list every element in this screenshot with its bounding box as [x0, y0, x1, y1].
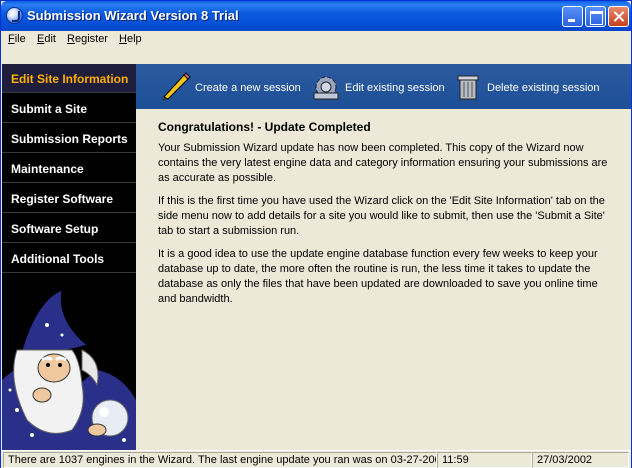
menu-bar: File Edit Register Help: [1, 31, 631, 50]
app-logo-icon[interactable]: [6, 7, 23, 24]
app-window: Submission Wizard Version 8 Trial File E…: [0, 0, 632, 468]
update-message: Congratulations! - Update Completed Your…: [158, 120, 618, 315]
paragraph-first-time: If this is the first time you have used …: [158, 195, 605, 237]
menu-register-label: egister: [74, 33, 108, 45]
create-session-label: Create a new session: [195, 82, 301, 94]
sidebar-item-register-software[interactable]: Register Software: [2, 184, 136, 213]
delete-session-label: Delete existing session: [487, 82, 600, 94]
sidebar-item-edit-site-information[interactable]: Edit Site Information: [2, 64, 136, 93]
session-toolbar: Create a new session Edit existing sessi…: [136, 64, 631, 109]
sidebar-item-software-setup[interactable]: Software Setup: [2, 214, 136, 243]
edit-session-label: Edit existing session: [345, 82, 445, 94]
sidebar-item-maintenance[interactable]: Maintenance: [2, 154, 136, 183]
status-message: There are 1037 engines in the Wizard. Th…: [3, 452, 437, 468]
menu-file[interactable]: File: [8, 33, 26, 45]
menu-edit-label: dit: [44, 33, 56, 45]
paragraph-update-advice: It is a good idea to use the update engi…: [158, 248, 598, 305]
minimize-button[interactable]: [562, 6, 583, 27]
maximize-button[interactable]: [585, 6, 606, 27]
wizard-illustration: [2, 290, 136, 450]
status-bar: There are 1037 engines in the Wizard. Th…: [1, 450, 631, 468]
menu-help-label: elp: [126, 33, 142, 45]
status-date: 27/03/2002: [532, 452, 629, 468]
paragraph-update-complete: Your Submission Wizard update has now be…: [158, 142, 608, 184]
window-title: Submission Wizard Version 8 Trial: [27, 8, 239, 23]
close-button[interactable]: [608, 6, 629, 27]
menu-file-label: ile: [14, 33, 26, 45]
main-panel: Create a new session Edit existing sessi…: [136, 64, 631, 450]
page-title: Congratulations! - Update Completed: [158, 120, 371, 134]
sidebar-item-submission-reports[interactable]: Submission Reports: [2, 124, 136, 153]
menu-register-key: R: [67, 33, 75, 45]
menu-help[interactable]: Help: [119, 33, 142, 45]
sidebar-item-additional-tools[interactable]: Additional Tools: [2, 244, 136, 273]
status-time: 11:59: [437, 452, 532, 468]
pencil-icon: [163, 72, 191, 101]
sidebar-item-submit-a-site[interactable]: Submit a Site: [2, 94, 136, 123]
sidebar: Edit Site Information Submit a Site Subm…: [2, 64, 136, 450]
menu-register[interactable]: Register: [67, 33, 108, 45]
menu-edit[interactable]: Edit: [37, 33, 56, 45]
menu-file-key: F: [8, 33, 15, 45]
trash-can-icon: [457, 75, 479, 100]
gear-icon: [313, 76, 339, 100]
title-bar[interactable]: Submission Wizard Version 8 Trial: [1, 1, 631, 31]
menu-help-key: H: [119, 33, 127, 45]
